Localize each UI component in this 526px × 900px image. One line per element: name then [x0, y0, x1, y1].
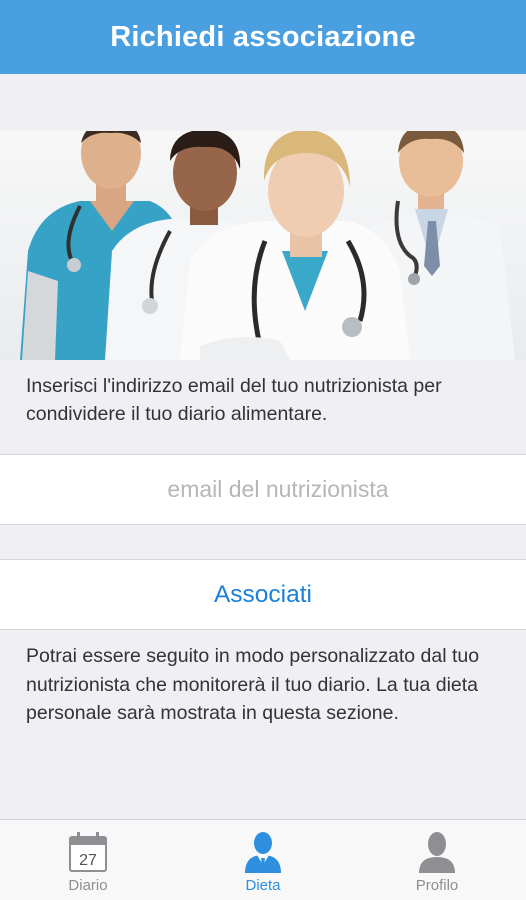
tab-dieta[interactable]: Dieta — [203, 820, 323, 900]
doctor-icon — [243, 830, 283, 874]
tab-label-profilo: Profilo — [415, 877, 459, 894]
doctors-banner-image — [0, 131, 526, 360]
associate-button[interactable]: Associati — [0, 559, 526, 630]
info-text: Potrai essere seguito in modo personaliz… — [26, 645, 480, 724]
nutritionist-email-input[interactable] — [0, 455, 526, 524]
associate-button-label: Associati — [213, 580, 313, 608]
tab-label-dieta: Dieta — [245, 877, 281, 894]
nav-bar: Richiedi associazione — [0, 0, 526, 74]
calendar-icon: 27 — [68, 830, 108, 874]
calendar-day: 27 — [79, 852, 97, 869]
tab-bar: 27 Diario Dieta Profilo — [0, 819, 526, 900]
intro-text: Inserisci l'indirizzo email del tuo nutr… — [26, 375, 442, 425]
tab-profilo[interactable]: Profilo — [377, 820, 497, 900]
doctors-illustration — [20, 131, 515, 360]
page-title: Richiedi associazione — [110, 20, 416, 53]
tab-label-diario: Diario — [68, 877, 108, 894]
user-icon — [417, 830, 457, 874]
email-field-cell[interactable] — [0, 454, 526, 525]
tab-diario[interactable]: 27 Diario — [28, 820, 148, 900]
